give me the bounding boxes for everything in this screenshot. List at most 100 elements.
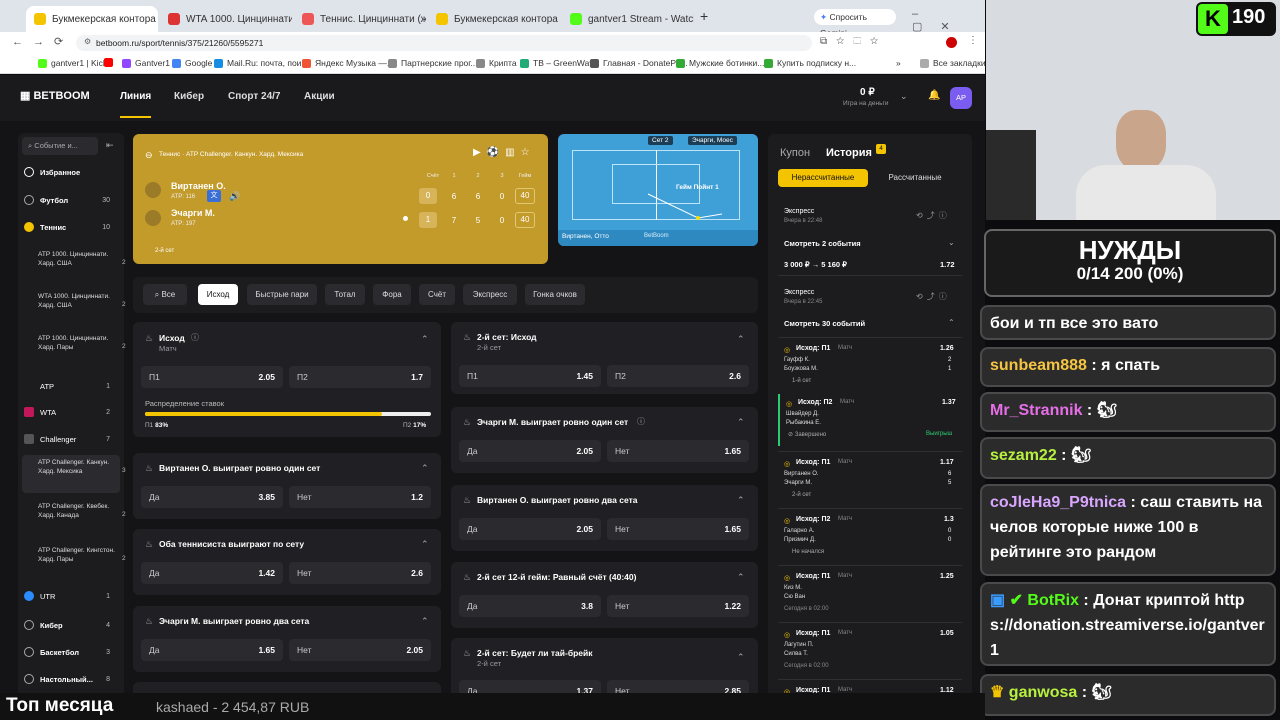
bell-icon[interactable]: 🔔 <box>928 90 940 101</box>
bet-item[interactable]: ◎ Исход: П1 Матч 1.26 Гауфф К. Боузкова … <box>778 337 962 389</box>
browser-tab[interactable]: Теннис. Цинциннати (ж) 2026✕ <box>294 6 426 32</box>
filter-score[interactable]: Счёт <box>419 284 455 305</box>
odds-button[interactable]: П2 1.7 <box>289 366 431 388</box>
back-icon[interactable]: ⊖ <box>145 150 153 161</box>
sidebar-item-favorites[interactable]: Избранное <box>18 167 124 177</box>
balance[interactable]: 0 ₽ <box>860 87 875 98</box>
sidebar-item-atp[interactable]: ATP 1 <box>18 381 124 391</box>
chevron-down-icon[interactable]: ⌄ <box>948 238 955 247</box>
odds-button[interactable]: Да 2.05 <box>459 440 601 462</box>
filter-express[interactable]: Экспресс <box>463 284 517 305</box>
bookmark[interactable]: Главная - DonatePa... <box>590 58 688 68</box>
browser-tab[interactable]: WTA 1000. Цинциннати. Хард✕ <box>160 6 292 32</box>
filter-outcome[interactable]: Исход <box>198 284 238 305</box>
bookmark[interactable]: Мужские ботинки... <box>676 58 764 68</box>
tab-settled[interactable]: Рассчитанные <box>870 169 960 187</box>
search-input[interactable]: ⌕ Событие и... <box>22 137 98 155</box>
chevron-up-icon[interactable]: ⌃ <box>737 572 745 583</box>
gemini-button[interactable]: ✦ Спросить Gemini <box>814 9 896 38</box>
bet-item[interactable]: ◎ Исход: П1 Матч 1.25 Киз М. Сю Ван Сего… <box>778 565 962 617</box>
chevron-up-icon[interactable]: ⌃ <box>421 334 429 345</box>
tab-coupon[interactable]: Купон <box>780 147 810 159</box>
sidebar-subitem[interactable]: ATP 1000. Цинциннати. Хард. США <box>38 251 118 268</box>
odds-button[interactable]: Нет 1.65 <box>607 518 749 540</box>
menu-icon[interactable]: ⋮ <box>968 35 978 46</box>
sidebar-item-challenger[interactable]: Challenger 7 <box>18 434 124 444</box>
bet-item[interactable]: ◎ Исход: П1 Матч 1.17 Виртанен О. Эчарги… <box>778 451 962 503</box>
chevron-down-icon[interactable]: ⌄ <box>900 91 908 102</box>
bet-item[interactable]: ◎ Исход: П2 Матч 1.3 Галарно А. Призмич … <box>778 508 962 560</box>
bookmark[interactable]: Партнерские прог... <box>388 58 477 68</box>
collapse-sidebar-icon[interactable]: ⇤ <box>106 140 114 151</box>
info-icon[interactable]: ⓘ <box>637 416 645 427</box>
tab-history[interactable]: История <box>826 147 872 159</box>
nav-cyber[interactable]: Кибер <box>174 91 204 102</box>
odds-button[interactable]: П1 1.45 <box>459 365 601 387</box>
translate-icon[interactable]: 文 <box>207 190 221 202</box>
odds-button[interactable]: Нет 1.2 <box>289 486 431 508</box>
bookmark[interactable]: Google <box>172 58 212 68</box>
nav-arrows-icon[interactable]: ←→⟳ <box>12 35 73 48</box>
filter-quick-bets[interactable]: Быстрые пари <box>247 284 317 305</box>
odds-button[interactable]: П1 2.05 <box>141 366 283 388</box>
sidebar-item-tennis[interactable]: Теннис 10 <box>18 222 124 232</box>
bookmark[interactable]: Крипта <box>476 58 517 68</box>
chevron-up-icon[interactable]: ⌃ <box>948 318 955 327</box>
view-events-link[interactable]: Смотреть 30 событий <box>784 319 865 328</box>
bet-actions-icons[interactable]: ⟲⤴ⓘ <box>916 210 951 221</box>
odds-button[interactable]: Да 3.8 <box>459 595 601 617</box>
sidebar-subitem[interactable]: WTA 1000. Цинциннати. Хард. США <box>38 293 118 310</box>
profile-avatar[interactable] <box>946 37 957 48</box>
bookmark[interactable]: Mail.Ru: почта, пои... <box>214 58 309 68</box>
toolbar-icons[interactable]: ⧉☆⬚☆ <box>820 36 887 47</box>
odds-button[interactable]: Нет 1.65 <box>607 440 749 462</box>
live-court[interactable]: Сет 2 Эчарги, Моес Гейм Пойнт 1 Виртанен… <box>558 134 758 246</box>
betboom-logo[interactable]: ▦ BETBOOM <box>20 89 90 102</box>
sidebar-subitem[interactable]: ATP Challenger. Кингстон. Хард. Пары <box>38 547 118 564</box>
chevron-up-icon[interactable]: ⌃ <box>421 463 429 474</box>
sidebar-item-basketball[interactable]: Баскетбол 3 <box>18 647 124 657</box>
odds-button[interactable]: Да 2.05 <box>459 518 601 540</box>
bet-item[interactable]: ◎ Исход: П2 Матч 1.37 Швайдер Д. Рыбакин… <box>778 394 962 446</box>
bookmark[interactable]: Купить подписку н... <box>764 58 856 68</box>
sidebar-item-table-tennis[interactable]: Настольный... 8 <box>18 674 124 684</box>
info-icon[interactable]: ⓘ <box>191 332 199 343</box>
bookmark[interactable] <box>104 58 113 67</box>
odds-button[interactable]: Нет 2.6 <box>289 562 431 584</box>
sidebar-item-utr[interactable]: UTR 1 <box>18 591 124 601</box>
chevron-up-icon[interactable]: ⌃ <box>737 334 745 345</box>
odds-button[interactable]: Да 1.65 <box>141 639 283 661</box>
bookmark[interactable]: Gantver1 <box>122 58 170 68</box>
window-controls[interactable]: –▢✕ <box>912 8 985 33</box>
filter-all[interactable]: ⌕ Все <box>143 284 187 305</box>
bet-item[interactable]: ◎ Исход: П1 Матч 1.05 Лагутин П. Силва Т… <box>778 622 962 674</box>
filter-handicap[interactable]: Фора <box>373 284 411 305</box>
tab-unsettled[interactable]: Нерассчитанные <box>778 169 868 187</box>
sidebar-subitem[interactable]: ATP 1000. Цинциннати. Хард. Пары <box>38 335 118 352</box>
chevron-up-icon[interactable]: ⌃ <box>737 495 745 506</box>
new-tab-plus-icon[interactable]: + <box>700 8 708 24</box>
sidebar-subitem[interactable]: ATP Challenger. Квебек. Хард. Канада <box>38 503 118 520</box>
view-events-link[interactable]: Смотреть 2 события <box>784 239 861 248</box>
filter-points-race[interactable]: Гонка очков <box>525 284 585 305</box>
odds-button[interactable]: Да 3.85 <box>141 486 283 508</box>
browser-tab[interactable]: gantver1 Stream - Watch Live on...✕ <box>562 6 694 32</box>
sidebar-item-cyber[interactable]: Кибер 4 <box>18 620 124 630</box>
all-bookmarks[interactable]: Все закладки <box>920 58 986 68</box>
chevron-up-icon[interactable]: ⌃ <box>421 616 429 627</box>
sidebar-item-football[interactable]: Футбол 30 <box>18 195 124 205</box>
nav-line[interactable]: Линия <box>120 91 152 118</box>
more-bookmarks-chevron-icon[interactable]: » <box>896 58 901 68</box>
sidebar-item-wta[interactable]: WTA 2 <box>18 407 124 417</box>
browser-tab[interactable]: Букмекерская контора BETBOOM✕ <box>428 6 560 32</box>
sidebar-subitem-selected[interactable]: ATP Challenger. Канкун. Хард. Мексика <box>38 459 118 476</box>
odds-button[interactable]: Да 1.42 <box>141 562 283 584</box>
bookmark[interactable]: TB – GreenWave <box>520 58 598 68</box>
bookmark[interactable]: Яндекс Музыка —... <box>302 58 394 68</box>
filter-total[interactable]: Тотал <box>325 284 365 305</box>
bookmark[interactable]: gantver1 | Kick <box>38 58 107 68</box>
odds-button[interactable]: Нет 1.22 <box>607 595 749 617</box>
match-action-icons[interactable]: ▶⚽▥☆ <box>473 147 536 158</box>
chevron-up-icon[interactable]: ⌃ <box>737 652 745 663</box>
site-info-icon[interactable]: ⚙ <box>84 37 91 46</box>
